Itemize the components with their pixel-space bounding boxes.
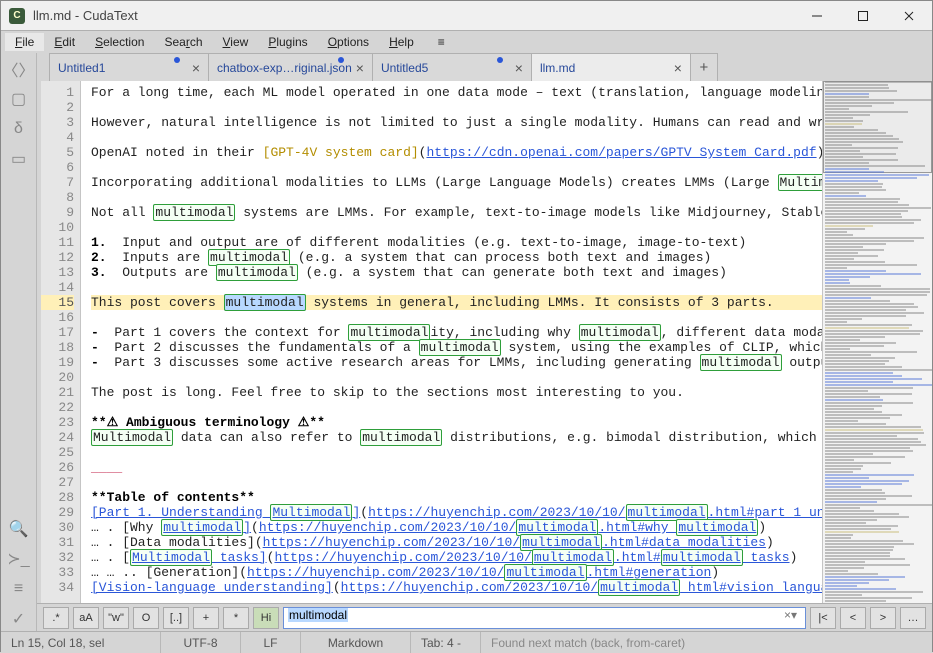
close-icon[interactable]: × [674, 60, 682, 76]
find-regex-toggle[interactable]: .* [43, 607, 69, 629]
tabs-icon[interactable]: ▭ [7, 147, 31, 171]
find-wrap-toggle[interactable]: O [133, 607, 159, 629]
code-editor[interactable]: For a long time, each ML model operated … [81, 81, 822, 603]
status-encoding[interactable]: UTF-8 [161, 632, 241, 653]
validate-icon[interactable]: ✓ [7, 607, 31, 631]
menu-edit[interactable]: Edit [44, 33, 85, 51]
line-number-gutter[interactable]: 1234567891011121314151617181920212223242… [41, 81, 81, 603]
close-icon[interactable]: × [192, 60, 200, 76]
status-message: Found next match (back, from-caret) [481, 636, 932, 650]
find-multiline-toggle[interactable]: + [193, 607, 219, 629]
menu-more-icon[interactable]: ≡ [428, 33, 455, 51]
tab-untitled1[interactable]: Untitled1× [49, 53, 209, 81]
find-token-toggle[interactable]: * [223, 607, 249, 629]
status-eol[interactable]: LF [241, 632, 301, 653]
tab-bar: Untitled1× chatbox-exp…riginal.json× Unt… [37, 53, 932, 81]
output-icon[interactable]: ≡ [7, 577, 31, 601]
menu-selection[interactable]: Selection [85, 33, 154, 51]
minimap[interactable] [822, 81, 932, 603]
find-case-toggle[interactable]: aA [73, 607, 99, 629]
title-bar: C llm.md - CudaText [1, 1, 932, 31]
project-icon[interactable]: ▢ [7, 87, 31, 111]
window-title: llm.md - CudaText [33, 8, 138, 23]
status-bar: Ln 15, Col 18, sel UTF-8 LF Markdown Tab… [1, 631, 932, 653]
status-lexer[interactable]: Markdown [301, 632, 411, 653]
find-next-button[interactable]: > [870, 607, 896, 629]
find-highlight-toggle[interactable]: Hi [253, 607, 279, 629]
app-icon: C [9, 8, 25, 24]
maximize-button[interactable] [840, 1, 886, 31]
find-first-button[interactable]: |< [810, 607, 836, 629]
menu-file[interactable]: File [5, 33, 44, 51]
status-position[interactable]: Ln 15, Col 18, sel [1, 632, 161, 653]
dirty-indicator [497, 57, 503, 63]
bookmark-icon[interactable]: δ [7, 117, 31, 141]
menu-bar: File Edit Selection Search View Plugins … [1, 31, 932, 53]
find-bar: .* aA "w" O [..] + * Hi multimodal×▾ |< … [37, 603, 932, 631]
close-button[interactable] [886, 1, 932, 31]
close-icon[interactable]: × [515, 60, 523, 76]
clear-icon[interactable]: ×▾ [780, 608, 801, 622]
dirty-indicator [338, 57, 344, 63]
find-input[interactable]: multimodal×▾ [283, 607, 806, 629]
find-insel-toggle[interactable]: [..] [163, 607, 189, 629]
menu-help[interactable]: Help [379, 33, 424, 51]
console-icon[interactable]: ≻_ [7, 547, 31, 571]
tab-chatbox-json[interactable]: chatbox-exp…riginal.json× [208, 53, 373, 81]
search-icon[interactable]: 🔍 [7, 517, 31, 541]
menu-plugins[interactable]: Plugins [258, 33, 317, 51]
menu-search[interactable]: Search [154, 33, 212, 51]
code-tree-icon[interactable]: 〈〉 [7, 57, 31, 81]
tab-llm-md[interactable]: llm.md× [531, 53, 691, 81]
minimize-button[interactable] [794, 1, 840, 31]
find-prev-button[interactable]: < [840, 607, 866, 629]
find-word-toggle[interactable]: "w" [103, 607, 129, 629]
dirty-indicator [174, 57, 180, 63]
menu-options[interactable]: Options [318, 33, 379, 51]
find-more-button[interactable]: … [900, 607, 926, 629]
close-icon[interactable]: × [356, 60, 364, 76]
tab-untitled5[interactable]: Untitled5× [372, 53, 532, 81]
sidebar: 〈〉 ▢ δ ▭ 🔍 ≻_ ≡ ✓ [1, 53, 37, 631]
status-tab[interactable]: Tab: 4 - [411, 632, 481, 653]
add-tab-button[interactable]: + [690, 53, 718, 81]
menu-view[interactable]: View [213, 33, 259, 51]
